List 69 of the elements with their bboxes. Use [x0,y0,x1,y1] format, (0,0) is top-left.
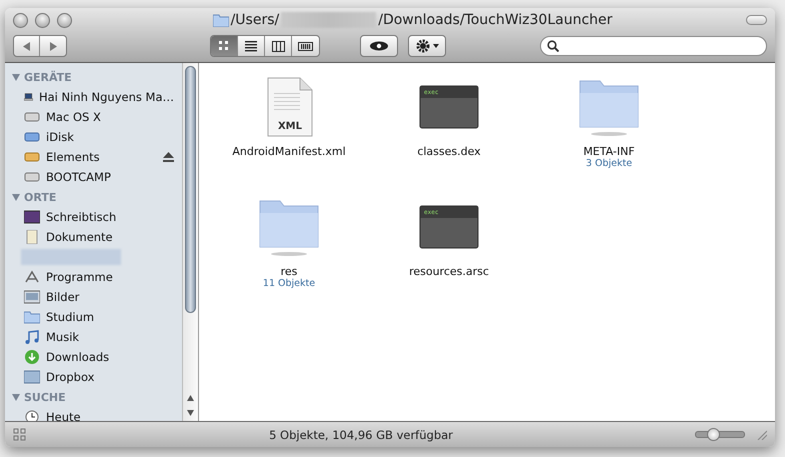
apps-icon [24,270,40,284]
action-menu-button[interactable] [408,35,446,57]
folder-icon [212,14,229,26]
column-view-icon [272,40,284,52]
drive-icon [24,170,40,184]
quick-look-button[interactable] [360,35,398,57]
sidebar-item[interactable]: Elements [46,150,157,164]
settings-icon [416,39,430,53]
file-name[interactable]: META-INF [583,145,635,158]
sidebar-item[interactable]: Heute [46,410,174,421]
folder-icon [24,370,40,384]
sidebar-item[interactable]: Studium [46,310,174,324]
disclosure-triangle-icon [12,394,20,400]
document-icon [24,230,40,244]
slider-thumb[interactable] [706,428,720,441]
sidebar-item[interactable]: Bilder [46,290,174,304]
toolbar-toggle-button[interactable] [746,15,767,25]
section-heading: GERÄTE [24,70,72,84]
search-field[interactable] [540,36,767,56]
close-button[interactable] [13,12,28,28]
scroll-down-icon [187,410,194,416]
eye-icon [369,41,389,51]
sidebar-item[interactable]: iDisk [46,130,174,144]
scroll-up-icon [187,395,194,401]
status-text: 5 Objekte, 104,96 GB verfügbar [268,428,454,442]
sidebar-item[interactable]: Mac OS X [46,110,174,124]
drive-icon [24,130,40,144]
zoom-button[interactable] [57,12,72,28]
window-title: /Users/ [230,12,280,28]
list-view-icon [245,40,257,52]
desktop-icon [24,210,40,224]
file-name[interactable]: classes.dex [417,145,481,158]
sidebar-item[interactable]: BOOTCAMP [46,170,174,184]
disclosure-triangle-icon [12,194,20,200]
drive-icon [24,110,40,124]
resize-grip-icon [757,430,767,440]
minimize-button[interactable] [35,12,50,28]
sidebar-item[interactable]: Dokumente [46,230,174,244]
cover-flow-icon [298,40,313,52]
section-heading: ORTE [24,190,56,204]
file-name[interactable]: res [280,265,298,278]
back-icon [22,42,30,50]
sidebar-item[interactable]: Musik [46,330,174,344]
window-title: /Downloads/TouchWiz30Launcher [378,12,612,28]
icon-size-slider[interactable] [695,431,745,438]
pictures-icon [24,290,40,304]
item-count: 3 Objekte [586,158,632,169]
sidebar-item[interactable]: Programme [46,270,174,284]
download-icon [24,350,40,364]
music-note-icon [24,330,40,344]
sidebar-item[interactable]: Dropbox [46,370,174,384]
sidebar-item[interactable]: Schreibtisch [46,210,174,224]
search-icon [547,40,559,52]
view-mode-control[interactable] [210,35,320,57]
folder-icon [24,310,40,324]
item-count: 11 Objekte [262,278,316,289]
forward-icon [49,42,57,50]
section-heading: SUCHE [24,390,66,404]
caret-icon [432,44,438,48]
drive-icon [24,150,40,164]
file-name[interactable]: resources.arsc [409,265,489,278]
sidebar-item[interactable]: Downloads [46,350,174,364]
file-name[interactable]: AndroidManifest.xml [232,145,346,158]
back-forward-control[interactable] [13,35,67,57]
disclosure-triangle-icon [12,74,20,80]
grid-icon [13,428,27,442]
icon-view-icon [218,40,230,52]
scrollbar[interactable] [182,63,198,421]
sidebar-item[interactable]: Hai Ninh Nguyens Ma… [38,90,174,104]
